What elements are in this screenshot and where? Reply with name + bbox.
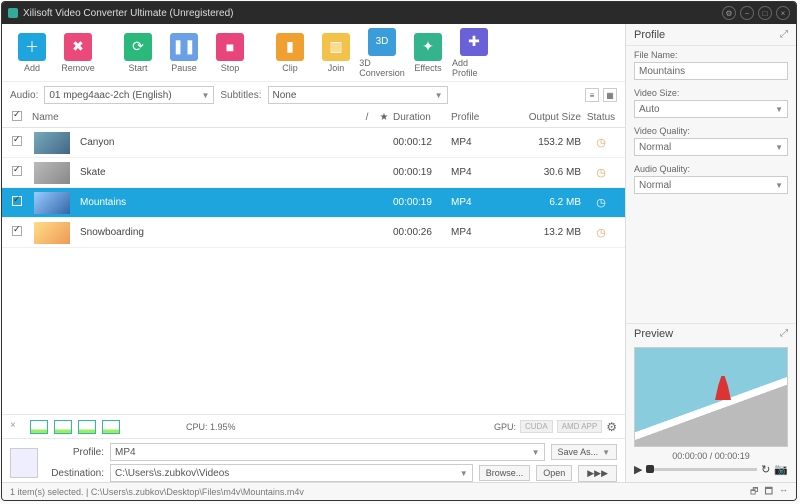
- status-icon[interactable]: 🗖: [764, 484, 773, 500]
- preview-controls: ▶ ↻ 📷: [626, 461, 796, 482]
- gear-icon[interactable]: ⚙: [606, 420, 617, 434]
- maximize-button[interactable]: □: [758, 6, 772, 20]
- col-star[interactable]: ★: [375, 112, 393, 123]
- cpu-spark: [54, 420, 72, 434]
- add-button[interactable]: ＋Add: [10, 33, 54, 73]
- cpu-spark: [30, 420, 48, 434]
- filter-row: Audio: 01 mpeg4aac-2ch (English)▼ Subtit…: [2, 82, 625, 108]
- video-quality-dropdown[interactable]: Normal▼: [634, 138, 788, 156]
- table-row[interactable]: Canyon 00:00:12 MP4 153.2 MB ◷: [2, 128, 625, 158]
- row-checkbox[interactable]: [12, 166, 22, 176]
- preview-image: [634, 347, 788, 447]
- expand-icon[interactable]: ⤢: [780, 328, 788, 339]
- clock-icon: ◷: [596, 197, 606, 209]
- chevron-down-icon: ▼: [435, 91, 443, 100]
- table-row[interactable]: Snowboarding 00:00:26 MP4 13.2 MB ◷: [2, 218, 625, 248]
- audio-dropdown[interactable]: 01 mpeg4aac-2ch (English)▼: [44, 86, 214, 104]
- profile-panel-header: Profile ⤢: [626, 24, 796, 46]
- file-name-label: File Name:: [634, 50, 788, 60]
- row-checkbox[interactable]: [12, 226, 22, 236]
- clip-button[interactable]: ▮Clip: [268, 33, 312, 73]
- status-text: 1 item(s) selected. | C:\Users\s.zubkov\…: [10, 487, 304, 497]
- toolbar: ＋Add ✖Remove ⟳Start ❚❚Pause ■Stop ▮Clip …: [2, 24, 625, 82]
- table-row-selected[interactable]: Mountains 00:00:19 MP4 6.2 MB ◷: [2, 188, 625, 218]
- view-grid-button[interactable]: ▦: [603, 88, 617, 102]
- video-quality-label: Video Quality:: [634, 126, 788, 136]
- output-bar: Profile: MP4▼ Save As...▼ Destination: C…: [2, 438, 625, 482]
- profile-label: Profile:: [44, 447, 104, 458]
- preview-time: 00:00:00 / 00:00:19: [626, 451, 796, 461]
- clock-icon: ◷: [596, 137, 606, 149]
- col-profile[interactable]: Profile: [451, 112, 521, 123]
- preview-slider[interactable]: [646, 468, 757, 471]
- join-button[interactable]: ▥Join: [314, 33, 358, 73]
- subtitles-dropdown[interactable]: None▼: [268, 86, 448, 104]
- minimize-button[interactable]: −: [740, 6, 754, 20]
- audio-label: Audio:: [10, 90, 38, 101]
- select-all-checkbox[interactable]: [12, 111, 22, 121]
- remove-button[interactable]: ✖Remove: [56, 33, 100, 73]
- status-icon[interactable]: ↔: [779, 484, 788, 500]
- thumbnail: [34, 132, 70, 154]
- close-panel-button[interactable]: ×: [10, 420, 24, 434]
- 3d-conversion-button[interactable]: 3D3D Conversion: [360, 28, 404, 78]
- col-name[interactable]: Name: [28, 112, 359, 123]
- file-name-input[interactable]: Mountains: [634, 62, 788, 80]
- window-title: Xilisoft Video Converter Ultimate (Unreg…: [23, 8, 233, 19]
- cpu-label: CPU: 1.95%: [186, 422, 236, 432]
- convert-big-button[interactable]: ▶▶▶: [578, 465, 617, 482]
- amd-badge[interactable]: AMD APP: [557, 420, 603, 433]
- cuda-badge[interactable]: CUDA: [520, 420, 553, 433]
- row-checkbox[interactable]: [12, 196, 22, 206]
- gpu-label: GPU:: [494, 422, 516, 432]
- file-list: Canyon 00:00:12 MP4 153.2 MB ◷ Skate 00:…: [2, 128, 625, 414]
- stop-button[interactable]: ■Stop: [208, 33, 252, 73]
- clock-icon: ◷: [596, 227, 606, 239]
- settings-window-button[interactable]: ⚙: [722, 6, 736, 20]
- open-button[interactable]: Open: [536, 465, 572, 481]
- col-slash: /: [359, 112, 375, 123]
- profile-dropdown[interactable]: MP4▼: [110, 443, 545, 461]
- chevron-down-icon: ▼: [201, 91, 209, 100]
- performance-bar: × CPU: 1.95% GPU: CUDA AMD APP ⚙: [2, 414, 625, 438]
- audio-quality-dropdown[interactable]: Normal▼: [634, 176, 788, 194]
- preview-header: Preview ⤢: [626, 323, 796, 343]
- play-button[interactable]: ▶: [634, 463, 642, 476]
- view-list-button[interactable]: ≡: [585, 88, 599, 102]
- status-bar: 1 item(s) selected. | C:\Users\s.zubkov\…: [2, 482, 796, 500]
- list-header: Name / ★ Duration Profile Output Size St…: [2, 108, 625, 128]
- pause-button[interactable]: ❚❚Pause: [162, 33, 206, 73]
- loop-icon[interactable]: ↻: [761, 463, 770, 476]
- cpu-spark: [102, 420, 120, 434]
- status-icon[interactable]: 🗗: [750, 484, 758, 500]
- expand-icon[interactable]: ⤢: [780, 29, 788, 40]
- destination-input[interactable]: C:\Users\s.zubkov\Videos▼: [110, 464, 473, 482]
- thumbnail: [34, 222, 70, 244]
- close-window-button[interactable]: ×: [776, 6, 790, 20]
- thumbnail: [34, 192, 70, 214]
- subtitles-label: Subtitles:: [220, 90, 261, 101]
- col-output-size[interactable]: Output Size: [521, 112, 581, 123]
- audio-quality-label: Audio Quality:: [634, 164, 788, 174]
- col-status[interactable]: Status: [581, 112, 621, 123]
- save-as-button[interactable]: Save As...▼: [551, 444, 617, 460]
- snapshot-icon[interactable]: 📷: [774, 463, 788, 476]
- app-icon: [8, 8, 18, 18]
- cpu-spark: [78, 420, 96, 434]
- video-size-dropdown[interactable]: Auto▼: [634, 100, 788, 118]
- thumbnail: [34, 162, 70, 184]
- video-size-label: Video Size:: [634, 88, 788, 98]
- effects-button[interactable]: ✦Effects: [406, 33, 450, 73]
- titlebar: Xilisoft Video Converter Ultimate (Unreg…: [2, 2, 796, 24]
- start-button[interactable]: ⟳Start: [116, 33, 160, 73]
- add-profile-button[interactable]: ✚Add Profile: [452, 28, 496, 78]
- table-row[interactable]: Skate 00:00:19 MP4 30.6 MB ◷: [2, 158, 625, 188]
- browse-button[interactable]: Browse...: [479, 465, 531, 481]
- clock-icon: ◷: [596, 167, 606, 179]
- row-checkbox[interactable]: [12, 136, 22, 146]
- col-duration[interactable]: Duration: [393, 112, 451, 123]
- profile-icon: [10, 448, 38, 478]
- destination-label: Destination:: [44, 468, 104, 479]
